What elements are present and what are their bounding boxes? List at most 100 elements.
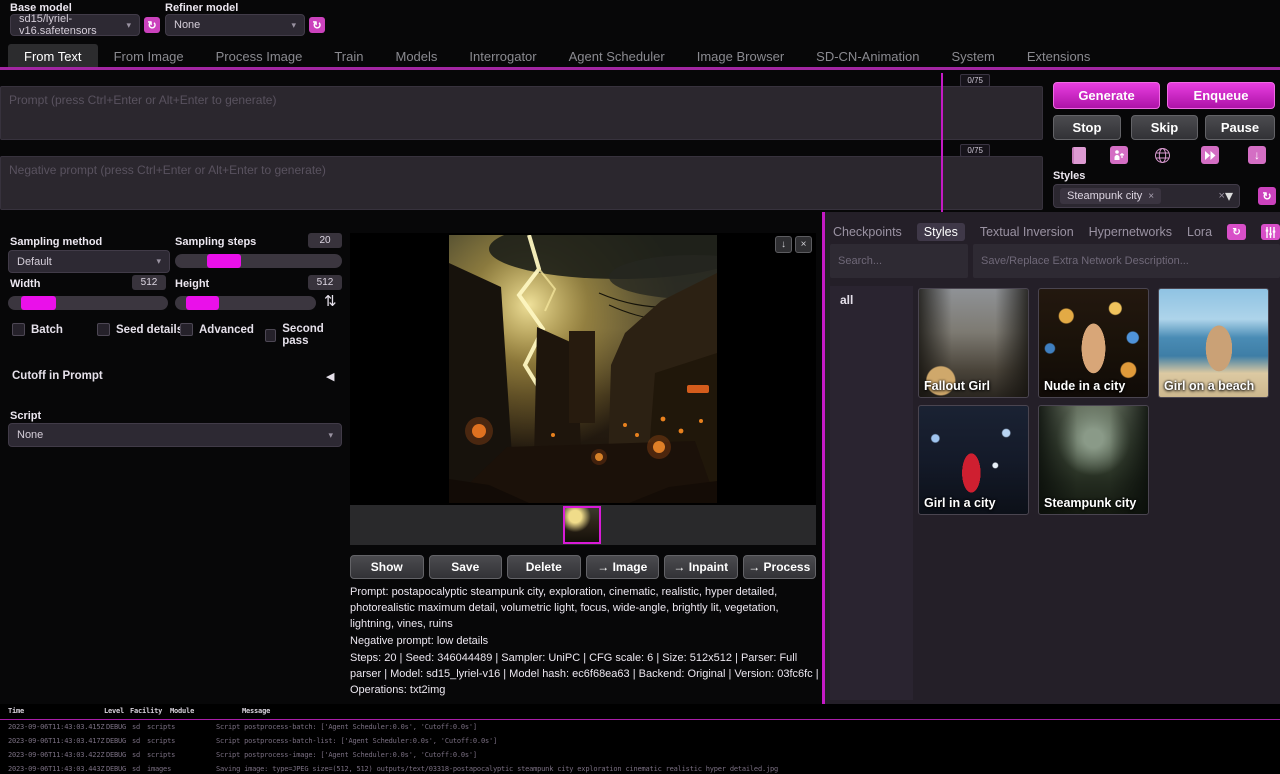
tab-train[interactable]: Train (318, 44, 379, 69)
checkbox-label: Seed details (116, 324, 183, 336)
base-model-select[interactable]: sd15/lyriel-v16.safetensors ▾ (10, 14, 140, 36)
refresh-networks-button[interactable]: ↻ (1227, 224, 1246, 240)
log-facility: sd (132, 737, 140, 745)
tab-lora[interactable]: Lora (1187, 225, 1212, 239)
sampling-method-label: Sampling method (10, 236, 102, 248)
sampling-steps-value[interactable]: 20 (308, 233, 342, 248)
sampling-method-select[interactable]: Default ▾ (8, 250, 170, 273)
swap-dimensions-icon[interactable]: ⇅ (324, 292, 337, 310)
tab-process-image[interactable]: Process Image (200, 44, 319, 69)
main-tab-bar: From Text From Image Process Image Train… (0, 44, 1280, 68)
paste-icon (1072, 147, 1086, 164)
network-search-input[interactable] (830, 244, 968, 278)
styles-select[interactable]: Steampunk city × × ▾ (1053, 184, 1240, 208)
style-card-girl-in-a-city[interactable]: Girl in a city (918, 405, 1029, 515)
pane-divider[interactable] (941, 73, 943, 212)
tab-textual-inversion[interactable]: Textual Inversion (980, 225, 1074, 239)
tab-image-browser[interactable]: Image Browser (681, 44, 800, 69)
log-console: Time Level Facility Module Message 2023-… (0, 704, 1280, 774)
checkbox-box[interactable] (265, 329, 276, 342)
batch-checkbox[interactable]: Batch (12, 323, 63, 336)
seed-details-checkbox[interactable]: Seed details (97, 323, 183, 336)
close-image-button[interactable]: × (795, 236, 812, 253)
network-description-input[interactable] (973, 244, 1280, 278)
skip-button[interactable]: Skip (1131, 115, 1198, 140)
script-label: Script (10, 410, 41, 422)
script-value: None (17, 429, 43, 441)
folder-all[interactable]: all (830, 286, 913, 314)
refresh-refiner-model-button[interactable]: ↻ (309, 17, 325, 33)
download-image-button[interactable]: ↓ (775, 236, 792, 253)
style-card-fallout-girl[interactable]: Fallout Girl (918, 288, 1029, 398)
style-card-nude-in-a-city[interactable]: Nude in a city (1038, 288, 1149, 398)
tab-system[interactable]: System (935, 44, 1010, 69)
tab-styles[interactable]: Styles (917, 223, 965, 241)
remove-style-icon[interactable]: × (1148, 191, 1154, 202)
generation-info: Prompt: postapocalyptic steampunk city, … (350, 585, 820, 722)
tab-sd-cn-animation[interactable]: SD-CN-Animation (800, 44, 935, 69)
show-button[interactable]: Show (350, 555, 424, 579)
refresh-styles-button[interactable]: ↻ (1258, 187, 1276, 205)
info-prompt-line: Prompt: postapocalyptic steampunk city, … (350, 585, 820, 633)
send-to-process-button[interactable]: → Process (743, 555, 817, 579)
height-value[interactable]: 512 (308, 275, 342, 290)
chevron-down-icon: ▾ (1225, 186, 1233, 206)
checkbox-box[interactable] (12, 323, 25, 336)
tab-agent-scheduler[interactable]: Agent Scheduler (553, 44, 681, 69)
slider-handle[interactable] (207, 254, 241, 268)
advanced-checkbox[interactable]: Advanced (180, 323, 254, 336)
negative-prompt-wrap: 0/75 (0, 156, 1043, 215)
style-card-girl-on-a-beach[interactable]: Girl on a beach (1158, 288, 1269, 398)
tab-extensions[interactable]: Extensions (1011, 44, 1107, 69)
refiner-model-select[interactable]: None ▾ (165, 14, 305, 36)
checkbox-box[interactable] (180, 323, 193, 336)
tab-from-text[interactable]: From Text (8, 44, 98, 69)
log-level: DEBUG (106, 751, 126, 759)
refresh-icon: ↻ (1262, 190, 1271, 203)
sampling-method-value: Default (17, 256, 52, 268)
apply-style-button[interactable] (1110, 146, 1128, 164)
fast-forward-button[interactable] (1201, 146, 1219, 164)
refresh-base-model-button[interactable]: ↻ (144, 17, 160, 33)
log-message: Saving image: type=JPEG size=(512, 512) … (216, 765, 778, 773)
style-card-steampunk-city[interactable]: Steampunk city (1038, 405, 1149, 515)
cutoff-accordion[interactable]: Cutoff in Prompt (12, 370, 103, 382)
gallery-thumbnail-selected[interactable] (563, 506, 601, 544)
network-settings-button[interactable] (1261, 224, 1280, 240)
second-pass-checkbox[interactable]: Second pass (265, 323, 342, 347)
accordion-collapse-icon[interactable]: ◀ (326, 370, 334, 383)
height-slider[interactable] (175, 296, 316, 310)
slider-handle[interactable] (21, 296, 56, 310)
log-time: 2023-09-06T11:43:03.443Z (8, 765, 104, 773)
width-slider[interactable] (8, 296, 168, 310)
slider-handle[interactable] (186, 296, 219, 310)
card-label: Steampunk city (1044, 496, 1136, 510)
tab-from-image[interactable]: From Image (98, 44, 200, 69)
networks-button[interactable] (1153, 146, 1171, 164)
tab-interrogator[interactable]: Interrogator (453, 44, 552, 69)
stop-button[interactable]: Stop (1053, 115, 1121, 140)
script-select[interactable]: None ▾ (8, 423, 342, 447)
generated-image[interactable] (449, 235, 717, 503)
tab-models[interactable]: Models (379, 44, 453, 69)
sampling-steps-slider[interactable] (175, 254, 342, 268)
prompt-input[interactable] (0, 86, 1043, 140)
chevron-down-icon: ▾ (328, 430, 333, 441)
checkbox-box[interactable] (97, 323, 110, 336)
send-to-image-button[interactable]: → Image (586, 555, 660, 579)
negative-prompt-input[interactable] (0, 156, 1043, 210)
tab-checkpoints[interactable]: Checkpoints (833, 225, 902, 239)
width-value[interactable]: 512 (132, 275, 166, 290)
enqueue-button[interactable]: Enqueue (1167, 82, 1275, 109)
generate-button[interactable]: Generate (1053, 82, 1160, 109)
paste-button[interactable] (1070, 146, 1088, 164)
refiner-model-value: None (174, 19, 200, 31)
delete-button[interactable]: Delete (507, 555, 581, 579)
generation-params-panel: Sampling method Sampling steps 20 Defaul… (8, 233, 342, 455)
pause-button[interactable]: Pause (1205, 115, 1275, 140)
arrow-down-icon: ↓ (1254, 148, 1260, 162)
save-button[interactable]: Save (429, 555, 503, 579)
tab-hypernetworks[interactable]: Hypernetworks (1089, 225, 1172, 239)
download-generation-button[interactable]: ↓ (1248, 146, 1266, 164)
send-to-inpaint-button[interactable]: → Inpaint (664, 555, 738, 579)
